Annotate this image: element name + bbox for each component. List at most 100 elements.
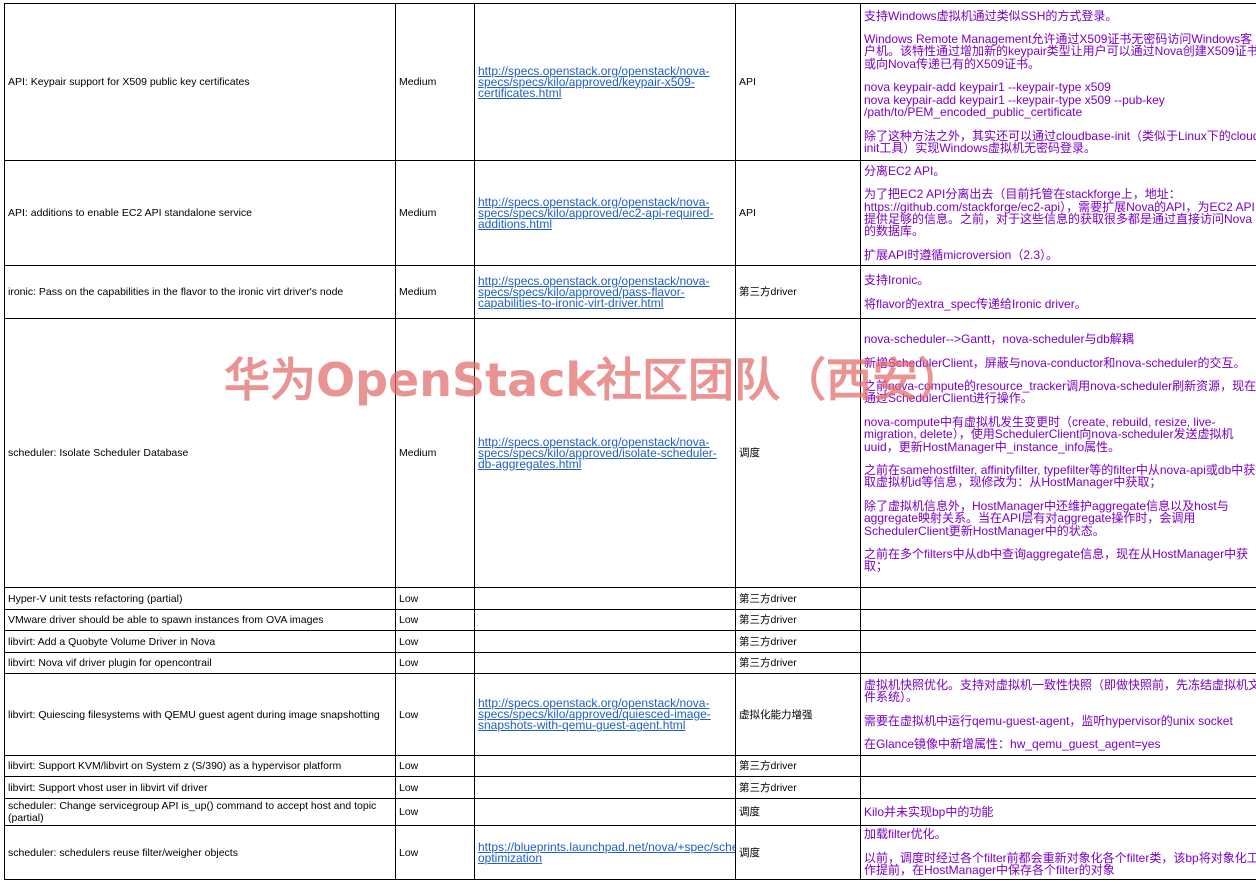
spec-link[interactable]: http://specs.openstack.org/openstack/nov… bbox=[478, 436, 732, 470]
spec-table-body: API: Keypair support for X509 public key… bbox=[4, 3, 1256, 880]
category-cell: 调度 bbox=[735, 825, 861, 880]
table-row: libvirt: Quiescing filesystems with QEMU… bbox=[4, 673, 1256, 756]
priority-cell: Low bbox=[395, 776, 475, 799]
table-row: libvirt: Support KVM/libvirt on System z… bbox=[4, 755, 1256, 777]
priority-cell: Medium bbox=[395, 160, 475, 266]
priority-cell: Low bbox=[395, 673, 475, 756]
description-cell: 加载filter优化。 以前，调度时经过各个filter前都会重新对象化各个fil… bbox=[860, 825, 1256, 880]
blueprint-name: libvirt: Add a Quobyte Volume Driver in … bbox=[4, 630, 396, 653]
priority-cell: Low bbox=[395, 825, 475, 880]
spec-link-cell bbox=[474, 755, 736, 777]
blueprint-name: API: additions to enable EC2 API standal… bbox=[4, 160, 396, 266]
spec-link-cell bbox=[474, 609, 736, 631]
description-paragraph: 除了虚拟机信息外，HostManager中还维护aggregate信息以及hos… bbox=[864, 498, 1229, 538]
description-paragraph: Kilo并未实现bp中的功能 bbox=[864, 804, 994, 819]
priority-cell: Low bbox=[395, 587, 475, 610]
spec-link-cell: http://specs.openstack.org/openstack/nov… bbox=[474, 3, 736, 161]
table-row: ironic: Pass on the capabilities in the … bbox=[4, 265, 1256, 319]
description-cell: 支持Ironic。将flavor的extra_spec传递给Ironic dri… bbox=[860, 265, 1256, 319]
spec-link-cell bbox=[474, 630, 736, 653]
priority-cell: Low bbox=[395, 609, 475, 631]
description-paragraph: nova-scheduler-->Gantt，nova-scheduler与db… bbox=[864, 332, 1134, 347]
spec-link[interactable]: https://blueprints.launchpad.net/nova/+s… bbox=[478, 841, 735, 864]
blueprint-name: Hyper-V unit tests refactoring (partial) bbox=[4, 587, 396, 610]
spec-link-cell bbox=[474, 652, 736, 674]
table-row: scheduler: Isolate Scheduler Database Med… bbox=[4, 318, 1256, 588]
table-row: VMware driver should be able to spawn in… bbox=[4, 609, 1256, 631]
description-paragraph: 分离EC2 API。 bbox=[864, 163, 946, 178]
category-cell: API bbox=[735, 160, 861, 266]
description-paragraph: 虚拟机快照优化。支持对虚拟机一致性快照（即做快照前，先冻结虚拟机文件系统）。 bbox=[864, 677, 1256, 705]
description-paragraph: 以前，调度时经过各个filter前都会重新对象化各个filter类，该bp将对象… bbox=[864, 850, 1256, 878]
table-row: scheduler: schedulers reuse filter/weigh… bbox=[4, 825, 1256, 880]
blueprint-name: API: Keypair support for X509 public key… bbox=[4, 3, 396, 161]
spec-link-cell bbox=[474, 587, 736, 610]
priority-cell: Low bbox=[395, 798, 475, 826]
spec-link[interactable]: http://specs.openstack.org/openstack/nov… bbox=[478, 196, 732, 230]
category-cell: 调度 bbox=[735, 798, 861, 826]
description-cell: 分离EC2 API。为了把EC2 API分离出去（目前托管在stackforge… bbox=[860, 160, 1256, 266]
priority-cell: Low bbox=[395, 755, 475, 777]
description-cell bbox=[860, 755, 1256, 777]
table-row: API: Keypair support for X509 public key… bbox=[4, 3, 1256, 161]
table-row: scheduler: Change servicegroup API is_up… bbox=[4, 798, 1256, 826]
spec-link-cell bbox=[474, 776, 736, 799]
blueprint-name: ironic: Pass on the capabilities in the … bbox=[4, 265, 396, 319]
blueprint-name: scheduler: Change servicegroup API is_up… bbox=[4, 798, 396, 826]
priority-cell: Medium bbox=[395, 265, 475, 319]
description-paragraph: 扩展API时遵循microversion（2.3）。 bbox=[864, 247, 1059, 262]
category-cell: 第三方driver bbox=[735, 652, 861, 674]
blueprint-name: libvirt: Support vhost user in libvirt v… bbox=[4, 776, 396, 799]
description-cell: Kilo并未实现bp中的功能 bbox=[860, 798, 1256, 826]
spec-link[interactable]: http://specs.openstack.org/openstack/nov… bbox=[478, 65, 732, 99]
description-cell bbox=[860, 609, 1256, 631]
priority-cell: Low bbox=[395, 630, 475, 653]
description-cell bbox=[860, 587, 1256, 610]
description-paragraph: 新增SchedulerClient，屏蔽与nova-conductor和nova… bbox=[864, 355, 1246, 370]
category-cell: 第三方driver bbox=[735, 609, 861, 631]
spec-link[interactable]: http://specs.openstack.org/openstack/nov… bbox=[478, 697, 732, 731]
spec-link-cell: http://specs.openstack.org/openstack/nov… bbox=[474, 318, 736, 588]
description-paragraph: 除了这种方法之外，其实还可以通过cloudbase-init（类似于Linux下… bbox=[864, 128, 1256, 155]
spec-link[interactable]: http://specs.openstack.org/openstack/nov… bbox=[478, 275, 732, 309]
description-cell: 虚拟机快照优化。支持对虚拟机一致性快照（即做快照前，先冻结虚拟机文件系统）。需要… bbox=[860, 673, 1256, 756]
blueprint-name: scheduler: Isolate Scheduler Database bbox=[4, 318, 396, 588]
description-cell: nova-scheduler-->Gantt，nova-scheduler与db… bbox=[860, 318, 1256, 588]
spec-link-cell bbox=[474, 798, 736, 826]
description-paragraph: 支持Windows虚拟机通过类似SSH的方式登录。 bbox=[864, 8, 1118, 23]
priority-cell: Medium bbox=[395, 3, 475, 161]
description-paragraph: 之前在samehostfilter, affinityfilter, typef… bbox=[864, 463, 1256, 490]
description-paragraph: 将flavor的extra_spec传递给Ironic driver。 bbox=[864, 296, 1087, 311]
spec-link-cell: https://blueprints.launchpad.net/nova/+s… bbox=[474, 825, 736, 880]
description-cell bbox=[860, 652, 1256, 674]
blueprint-name: libvirt: Support KVM/libvirt on System z… bbox=[4, 755, 396, 777]
blueprint-name: VMware driver should be able to spawn in… bbox=[4, 609, 396, 631]
blueprint-name: libvirt: Nova vif driver plugin for open… bbox=[4, 652, 396, 674]
description-paragraph: 之前nova-compute的resource_tracker调用nova-sc… bbox=[864, 378, 1256, 406]
description-cell: 支持Windows虚拟机通过类似SSH的方式登录。 Windows Remote … bbox=[860, 3, 1256, 161]
description-paragraph: Windows Remote Management允许通过X509证书无密码访问… bbox=[864, 32, 1256, 71]
description-paragraph: 支持Ironic。 bbox=[864, 273, 930, 288]
description-paragraph: 需要在虚拟机中运行qemu-guest-agent，监听hypervisor的u… bbox=[864, 713, 1233, 728]
description-paragraph: 之前在多个filters中从db中查询aggregate信息，现在从HostMa… bbox=[864, 547, 1249, 574]
spec-link-cell: http://specs.openstack.org/openstack/nov… bbox=[474, 265, 736, 319]
category-cell: 第三方driver bbox=[735, 265, 861, 319]
table-row: API: additions to enable EC2 API standal… bbox=[4, 160, 1256, 266]
blueprint-name: scheduler: schedulers reuse filter/weigh… bbox=[4, 825, 396, 880]
spec-table: API: Keypair support for X509 public key… bbox=[4, 3, 1256, 880]
description-cell bbox=[860, 776, 1256, 799]
priority-cell: Medium bbox=[395, 318, 475, 588]
description-cell bbox=[860, 630, 1256, 653]
priority-cell: Low bbox=[395, 652, 475, 674]
table-row: libvirt: Support vhost user in libvirt v… bbox=[4, 776, 1256, 799]
table-row: libvirt: Nova vif driver plugin for open… bbox=[4, 652, 1256, 674]
category-cell: 第三方driver bbox=[735, 776, 861, 799]
description-paragraph: nova keypair-add keypair1 --keypair-type… bbox=[864, 80, 1165, 120]
description-paragraph: 为了把EC2 API分离出去（目前托管在stackforge上，地址：https… bbox=[864, 187, 1255, 239]
table-row: libvirt: Add a Quobyte Volume Driver in … bbox=[4, 630, 1256, 653]
description-paragraph: 在Glance镜像中新增属性：hw_qemu_guest_agent=yes bbox=[864, 736, 1161, 751]
spec-link-cell: http://specs.openstack.org/openstack/nov… bbox=[474, 160, 736, 266]
spec-link-cell: http://specs.openstack.org/openstack/nov… bbox=[474, 673, 736, 756]
category-cell: 调度 bbox=[735, 318, 861, 588]
category-cell: API bbox=[735, 3, 861, 161]
